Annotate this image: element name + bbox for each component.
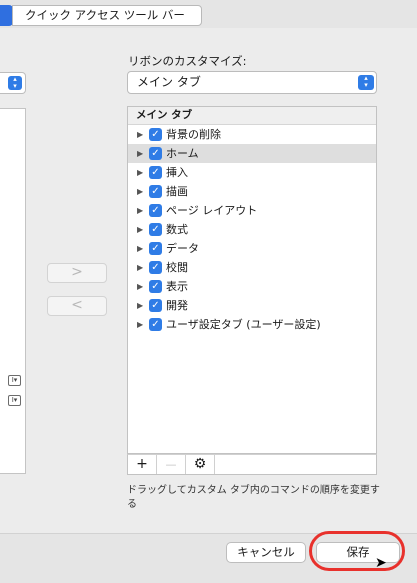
tab-checkbox[interactable]: ✓ xyxy=(149,147,162,160)
disclosure-triangle-icon[interactable]: ▶ xyxy=(137,315,143,334)
add-to-ribbon-button[interactable]: > xyxy=(47,263,107,283)
tree-row-label: 校閲 xyxy=(166,261,188,274)
tab-checkbox[interactable]: ✓ xyxy=(149,204,162,217)
tree-toolbar: + — ⚙ xyxy=(127,454,377,475)
tree-row-label: 開発 xyxy=(166,299,188,312)
select-stepper-icon: ▴ ▾ xyxy=(8,76,22,90)
tab-quick-access-toolbar[interactable]: クイック アクセス ツール バー xyxy=(12,5,202,26)
tree-row-label: 挿入 xyxy=(166,166,188,179)
tree-row[interactable]: ▶ ✓ 校閲 xyxy=(128,258,376,277)
disclosure-triangle-icon[interactable]: ▶ xyxy=(137,239,143,258)
commands-source-select[interactable]: ▴ ▾ xyxy=(0,72,26,94)
disclosure-triangle-icon[interactable]: ▶ xyxy=(137,296,143,315)
tree-header: メイン タブ xyxy=(128,107,376,125)
ribbon-tabs-tree[interactable]: メイン タブ ▶ ✓ 背景の削除 ▶ ✓ ホーム ▶ ✓ 挿入 ▶ ✓ 描画 ▶ ✓ ページ レイアウト ▶ ✓… xyxy=(127,106,377,454)
tab-checkbox[interactable]: ✓ xyxy=(149,299,162,312)
cancel-button[interactable]: キャンセル xyxy=(226,542,306,563)
tree-row[interactable]: ▶ ✓ 挿入 xyxy=(128,163,376,182)
add-tab-button[interactable]: + xyxy=(128,455,157,474)
tab-checkbox[interactable]: ✓ xyxy=(149,318,162,331)
save-highlight-ring xyxy=(309,531,405,571)
tab-checkbox[interactable]: ✓ xyxy=(149,280,162,293)
tab-checkbox[interactable]: ✓ xyxy=(149,185,162,198)
commands-list[interactable]: I▾ I▾ |▸ xyxy=(0,108,26,572)
remove-tab-button[interactable]: — xyxy=(157,455,186,474)
disclosure-triangle-icon[interactable]: ▶ xyxy=(137,163,143,182)
tab-checkbox[interactable]: ✓ xyxy=(149,223,162,236)
mouse-cursor-icon: ➤ xyxy=(375,555,387,571)
drag-hint-text: ドラッグしてカスタム タブ内のコマンドの順序を変更する xyxy=(127,485,380,510)
tree-row[interactable]: ▶ ✓ 描画 xyxy=(128,182,376,201)
tree-row-label: ホーム xyxy=(166,147,199,160)
tree-row[interactable]: ▶ ✓ ページ レイアウト xyxy=(128,201,376,220)
tab-checkbox[interactable]: ✓ xyxy=(149,242,162,255)
disclosure-triangle-icon[interactable]: ▶ xyxy=(137,220,143,239)
tree-row-label: 表示 xyxy=(166,280,188,293)
customize-ribbon-select-value: メイン タブ xyxy=(137,75,201,89)
disclosure-triangle-icon[interactable]: ▶ xyxy=(137,182,143,201)
tab-checkbox[interactable]: ✓ xyxy=(149,128,162,141)
disclosure-triangle-icon[interactable]: ▶ xyxy=(137,258,143,277)
tree-row-label: 数式 xyxy=(166,223,188,236)
tree-row-label: データ xyxy=(166,242,199,255)
gear-icon[interactable]: ⚙ xyxy=(186,455,215,474)
disclosure-triangle-icon[interactable]: ▶ xyxy=(137,277,143,296)
disclosure-triangle-icon[interactable]: ▶ xyxy=(137,125,143,144)
tree-row-label: ページ レイアウト xyxy=(166,204,258,217)
tree-row[interactable]: ▶ ✓ 開発 xyxy=(128,296,376,315)
disclosure-triangle-icon[interactable]: ▶ xyxy=(137,201,143,220)
tree-row-label: 描画 xyxy=(166,185,188,198)
customize-ribbon-select[interactable]: メイン タブ ▴ ▾ xyxy=(127,71,377,94)
select-stepper-icon: ▴ ▾ xyxy=(358,75,374,90)
tree-row-label: ユーザ設定タブ (ユーザー設定) xyxy=(166,318,321,331)
tab-checkbox[interactable]: ✓ xyxy=(149,166,162,179)
tree-row[interactable]: ▶ ✓ データ xyxy=(128,239,376,258)
tab-checkbox[interactable]: ✓ xyxy=(149,261,162,274)
disclosure-triangle-icon[interactable]: ▶ xyxy=(137,144,143,163)
remove-from-ribbon-button[interactable]: < xyxy=(47,296,107,316)
customize-ribbon-label: リボンのカスタマイズ: xyxy=(128,54,247,68)
tree-row[interactable]: ▶ ✓ ホーム xyxy=(128,144,376,163)
tree-row[interactable]: ▶ ✓ ユーザ設定タブ (ユーザー設定) xyxy=(128,315,376,334)
text-field-icon: I▾ xyxy=(8,395,21,406)
text-field-icon: I▾ xyxy=(8,375,21,386)
tree-row[interactable]: ▶ ✓ 表示 xyxy=(128,277,376,296)
tree-row[interactable]: ▶ ✓ 数式 xyxy=(128,220,376,239)
tree-row-label: 背景の削除 xyxy=(166,128,221,141)
tree-row[interactable]: ▶ ✓ 背景の削除 xyxy=(128,125,376,144)
